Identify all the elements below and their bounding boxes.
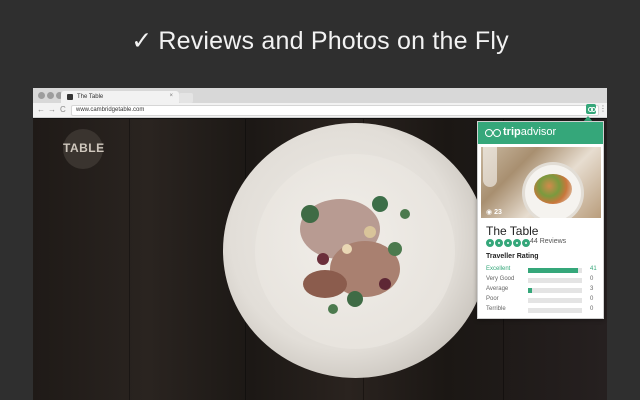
window-close-dot[interactable] [38, 92, 45, 99]
rating-title: Traveller Rating [486, 253, 539, 260]
photo-count-value: 23 [494, 209, 502, 216]
address-text: www.cambridgetable.com [76, 107, 145, 113]
rating-label: Terrible [486, 306, 506, 312]
rating-count: 3 [590, 286, 594, 292]
glass-image [483, 147, 497, 187]
tab-favicon-icon [67, 94, 73, 100]
tab-title: The Table [77, 94, 104, 100]
rating-row[interactable]: Very Good 0 [486, 276, 598, 284]
rating-row[interactable]: Terrible 0 [486, 306, 598, 314]
tab-bar: The Table × [33, 88, 607, 104]
rating-bar [528, 288, 582, 293]
venue-photo[interactable]: ◉ 23 [481, 147, 601, 218]
brand-suffix: advisor [520, 126, 557, 138]
headline-text: Reviews and Photos on the Fly [158, 27, 509, 55]
rating-row[interactable]: Excellent 41 [486, 266, 598, 274]
rating-count: 0 [590, 306, 594, 312]
window-minimize-dot[interactable] [47, 92, 54, 99]
address-bar[interactable]: www.cambridgetable.com [71, 105, 599, 116]
tripadvisor-logo-text[interactable]: tripadvisor [503, 126, 556, 138]
venue-name[interactable]: The Table [486, 224, 538, 238]
headline: ✓ Reviews and Photos on the Fly [0, 26, 640, 56]
photo-count: ◉ 23 [486, 208, 502, 216]
food-arrangement-image [300, 196, 410, 314]
browser-menu-icon[interactable]: ⋮ [599, 105, 607, 113]
back-icon[interactable]: ← [37, 105, 45, 115]
site-logo-title: TABLE [63, 141, 105, 155]
rating-count: 0 [590, 296, 594, 302]
rating-row[interactable]: Average 3 [486, 286, 598, 294]
tripadvisor-popup: tripadvisor ◉ 23 The Table 44 Reviews Tr… [477, 121, 604, 319]
rating-bar [528, 268, 582, 273]
rating-count: 0 [590, 276, 594, 282]
rating-bar [528, 278, 582, 283]
rating-bubble-icon [486, 239, 494, 247]
rating-bar [528, 298, 582, 303]
site-logo[interactable]: TABLE [63, 129, 105, 169]
rating-label: Excellent [486, 266, 511, 272]
rating-label: Poor [486, 296, 499, 302]
rating-bubble-icon [495, 239, 503, 247]
rating-bubble-icon [504, 239, 512, 247]
brand-prefix: trip [503, 126, 521, 138]
checkmark-icon: ✓ [131, 27, 153, 55]
tripadvisor-extension-icon[interactable] [586, 104, 596, 114]
rating-bar-fill [528, 288, 532, 293]
forward-icon[interactable]: → [48, 105, 56, 115]
plate-center [255, 154, 455, 349]
dish-image [534, 174, 572, 204]
new-tab-button[interactable] [179, 93, 193, 103]
rating-row[interactable]: Poor 0 [486, 296, 598, 304]
rating-bar-fill [528, 268, 579, 273]
tripadvisor-owl-icon [485, 129, 501, 137]
wood-plank-line [129, 119, 130, 400]
popup-header: tripadvisor [478, 122, 603, 144]
tab-close-icon[interactable]: × [169, 93, 173, 99]
rating-bar [528, 308, 582, 313]
rating-count: 41 [590, 266, 597, 272]
rating-label: Average [486, 286, 509, 292]
browser-toolbar: ← → C www.cambridgetable.com [33, 103, 607, 118]
reload-icon[interactable]: C [60, 105, 66, 115]
camera-icon: ◉ [486, 209, 495, 216]
rating-bubble-icon [513, 239, 521, 247]
rating-label: Very Good [486, 276, 515, 282]
rating-bubble-icon [522, 239, 530, 247]
reviews-link[interactable]: 44 Reviews [530, 238, 566, 245]
